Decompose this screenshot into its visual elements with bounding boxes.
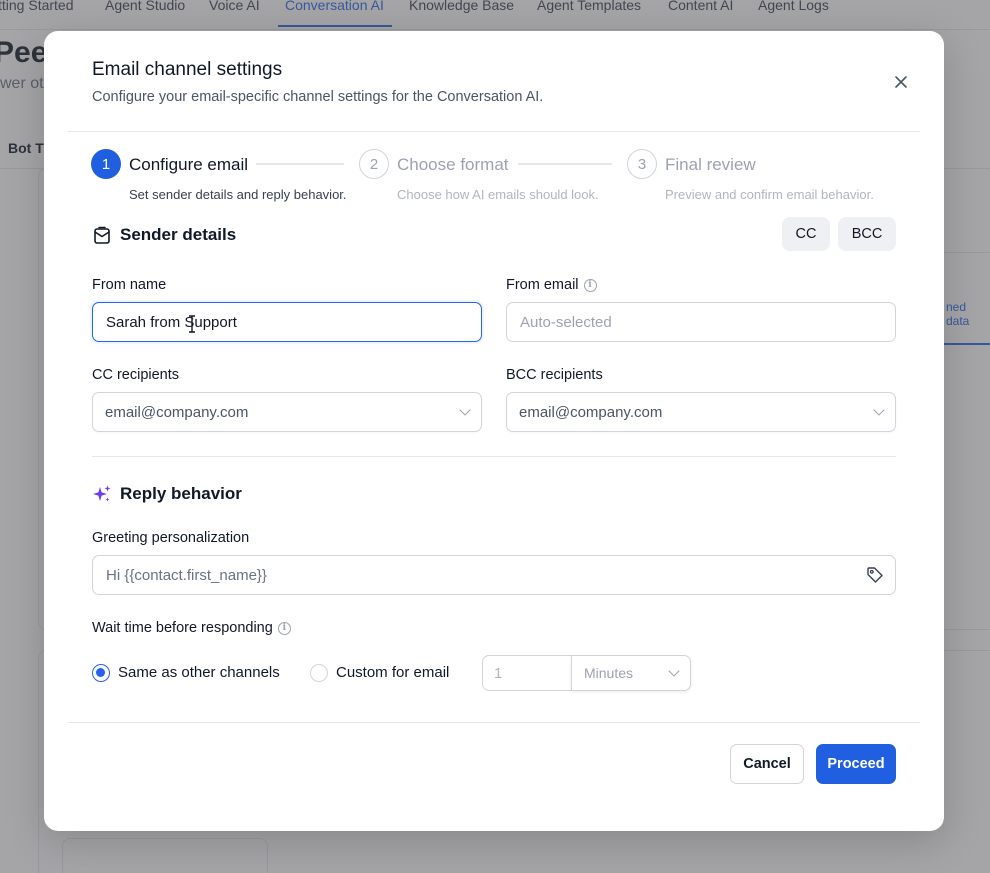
sparkles-icon — [93, 485, 111, 502]
bcc-recipients-select[interactable]: email@company.com — [506, 392, 896, 432]
chevron-down-icon — [668, 664, 680, 677]
cc-recipients-label: CC recipients — [92, 367, 179, 383]
cc-button[interactable]: CC — [782, 217, 830, 251]
step-2-label[interactable]: Choose format — [397, 155, 509, 175]
wait-unit-select[interactable]: Minutes — [571, 655, 691, 691]
bcc-button[interactable]: BCC — [838, 217, 896, 251]
greeting-field-wrapper — [92, 555, 896, 595]
section-divider — [92, 456, 896, 457]
custom-wait-value-input[interactable] — [482, 655, 572, 691]
modal-description: Configure your email-specific channel se… — [92, 89, 544, 105]
from-name-label-text: From name — [92, 277, 167, 293]
wait-time-label-text: Wait time before responding — [92, 620, 273, 636]
step-2-number[interactable]: 2 — [359, 149, 389, 179]
from-name-label: From name — [92, 277, 166, 293]
mailbox-icon — [94, 226, 110, 244]
radio-same-label[interactable]: Same as other channels — [118, 664, 280, 681]
greeting-input[interactable] — [92, 555, 896, 595]
radio-custom-for-email[interactable] — [310, 664, 328, 682]
step-connector — [256, 163, 344, 165]
info-icon[interactable]: i — [277, 621, 291, 635]
bcc-recipients-label-text: BCC recipients — [506, 367, 603, 383]
wait-time-label: Wait time before responding i — [92, 620, 291, 636]
bcc-recipients-label: BCC recipients — [506, 367, 603, 383]
step-3-description: Preview and confirm email behavior. — [665, 187, 874, 202]
header-divider — [68, 131, 920, 132]
greeting-label-text: Greeting personalization — [92, 530, 250, 546]
cc-recipients-select[interactable]: email@company.com — [92, 392, 482, 432]
modal-title: Email channel settings — [92, 59, 283, 80]
radio-same-as-other[interactable] — [92, 664, 110, 682]
step-1-description: Set sender details and reply behavior. — [129, 187, 347, 202]
close-icon — [895, 76, 907, 88]
reply-behavior-title: Reply behavior — [120, 484, 242, 503]
chevron-down-icon — [873, 403, 885, 416]
step-3-number[interactable]: 3 — [627, 149, 657, 179]
close-button[interactable] — [890, 71, 912, 93]
bcc-recipients-value: email@company.com — [519, 403, 663, 421]
text-cursor-icon — [189, 315, 195, 333]
step-2-description: Choose how AI emails should look. — [397, 187, 599, 202]
step-connector — [518, 163, 612, 165]
radio-custom-label[interactable]: Custom for email — [336, 664, 449, 681]
from-name-input[interactable] — [92, 302, 482, 342]
step-1-number[interactable]: 1 — [91, 149, 121, 179]
from-email-input[interactable] — [506, 302, 896, 342]
step-1-label[interactable]: Configure email — [129, 155, 248, 175]
footer-divider — [68, 722, 920, 723]
sender-details-title: Sender details — [120, 225, 237, 244]
chevron-down-icon — [459, 403, 471, 416]
step-3-label[interactable]: Final review — [665, 155, 756, 175]
wait-unit-value: Minutes — [584, 665, 634, 681]
proceed-button[interactable]: Proceed — [816, 744, 896, 784]
cancel-button[interactable]: Cancel — [730, 744, 804, 784]
from-email-label-text: From email — [506, 277, 579, 293]
from-email-label: From email i — [506, 277, 597, 293]
cc-recipients-value: email@company.com — [105, 403, 249, 421]
email-settings-modal: Email channel settings Configure your em… — [44, 31, 944, 831]
info-icon[interactable]: i — [583, 278, 597, 292]
greeting-label: Greeting personalization — [92, 530, 249, 546]
tag-icon[interactable] — [866, 566, 884, 584]
cc-recipients-label-text: CC recipients — [92, 367, 180, 383]
